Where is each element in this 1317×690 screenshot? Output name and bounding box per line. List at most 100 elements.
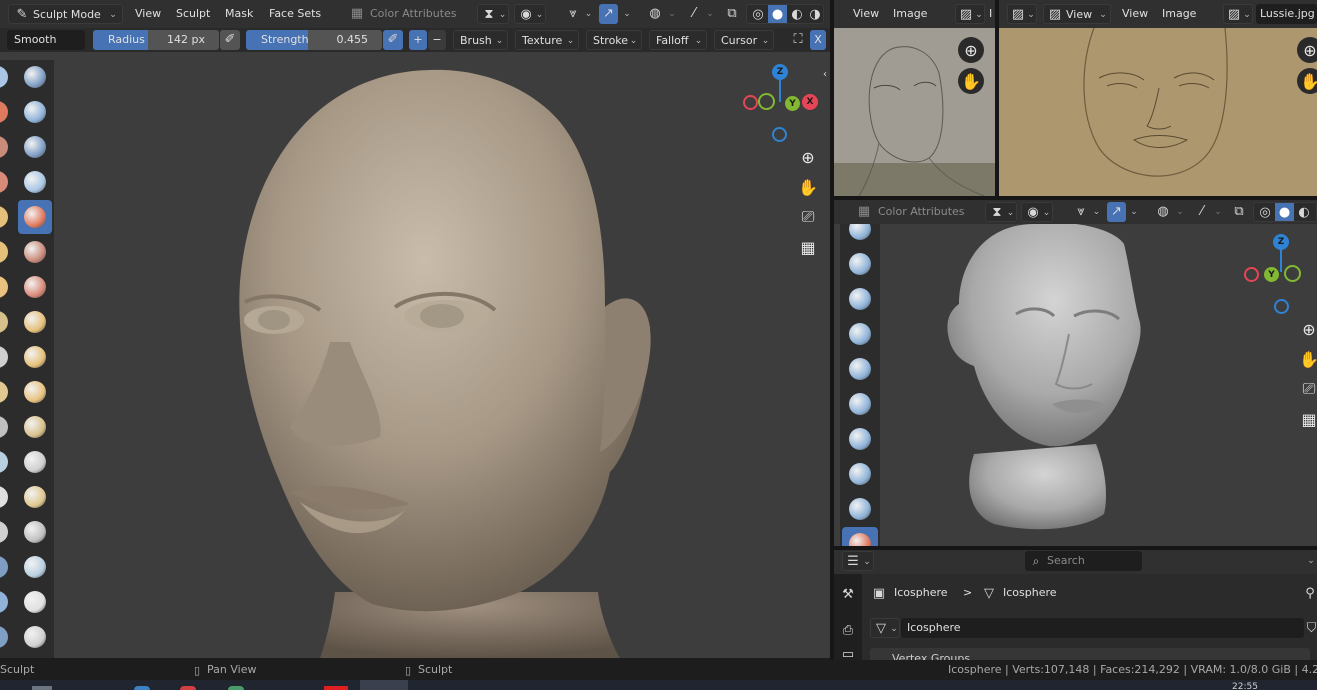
breadcrumb-object[interactable]: Icosphere (894, 583, 948, 603)
crease-brush-edge-icon[interactable] (0, 235, 14, 269)
mirror-toggle[interactable]: ⛶ (788, 30, 808, 50)
fill-brush-edge-icon[interactable] (0, 515, 14, 549)
gizmo-y-axis[interactable]: Y (1264, 267, 1279, 282)
flatten-brush-edge-icon[interactable] (0, 410, 14, 444)
image-editor-right-view-menu[interactable]: View (1122, 4, 1148, 24)
viewport2-xray-toggle[interactable]: ⁄ (1192, 202, 1212, 222)
gizmo-neg-y-axis[interactable] (758, 93, 775, 110)
image-browse-dropdown[interactable]: ▨ ⌄ (955, 4, 985, 24)
wireframe-shading-icon[interactable]: ◎ (1256, 203, 1274, 221)
texture-dropdown[interactable]: Texture ⌄ (515, 30, 579, 50)
material-shading-icon[interactable]: ◐ (1295, 203, 1313, 221)
smooth-brush-edge-icon[interactable] (0, 200, 14, 234)
zoom-icon[interactable]: ⊕ (1296, 316, 1317, 342)
viewport2-visibility-dropdown[interactable]: ⩔ ⌄ (1070, 202, 1102, 222)
properties-editor-type[interactable]: ☰ ⌄ (842, 551, 874, 571)
gizmo-y-axis[interactable]: Y (785, 96, 800, 111)
gizmo-options-dropdown[interactable]: ⌄ (620, 4, 634, 24)
solid-shading-icon[interactable]: ● (1275, 203, 1294, 221)
viewport2-smooth-brush-icon[interactable] (842, 352, 878, 386)
menu-mask[interactable]: Mask (225, 4, 253, 24)
pinch-brush-edge-icon[interactable] (0, 270, 14, 304)
menu-face-sets[interactable]: Face Sets (269, 4, 321, 24)
pin-icon[interactable]: ⚲ (1303, 584, 1317, 602)
radius-pressure-toggle[interactable]: ✐ (220, 30, 240, 50)
strength-slider[interactable]: Strength 0.455 (246, 30, 382, 50)
smooth-brush-icon[interactable] (18, 200, 52, 234)
view-options-dropdown[interactable]: ⩔ ⌄ (562, 4, 594, 24)
main-viewport[interactable]: Z Y X ⊕ ✋ ⎚ ▦ ‹ (0, 52, 830, 658)
brush-dropdown[interactable]: Brush ⌄ (453, 30, 508, 50)
taskbar-app-4[interactable] (228, 686, 244, 690)
viewport2-xray-button[interactable]: ⧉ (1229, 202, 1249, 222)
draw-sharp-brush-edge-icon[interactable] (0, 95, 14, 129)
gizmo-z-axis[interactable]: Z (772, 64, 788, 80)
viewport2-blob-brush-icon[interactable] (842, 492, 878, 526)
tool-tab-icon[interactable]: ⚒ (838, 584, 858, 604)
mesh-browse-dropdown[interactable]: ▽ ⌄ (870, 618, 900, 638)
blob-brush-edge-icon[interactable] (0, 340, 14, 374)
image-name-field[interactable]: Lussie.jpg (1256, 4, 1317, 24)
zoom-icon[interactable]: ⊕ (958, 37, 984, 63)
gizmo-neg-z-axis[interactable] (1274, 299, 1289, 314)
pan-hand-icon[interactable]: ✋ (1296, 346, 1317, 372)
brush-name-field[interactable]: Smooth (7, 30, 85, 50)
mask-box-icon[interactable] (18, 657, 52, 658)
scrape-brush-icon[interactable] (18, 480, 52, 514)
rendered-shading-icon[interactable]: ◑ (806, 5, 823, 23)
vertex-groups-panel[interactable]: Vertex Groups (870, 648, 1310, 660)
direction-subtract-button[interactable]: − (428, 30, 446, 50)
viewport2[interactable]: Z Y ⊕ ✋ ⎚ ▦ (834, 224, 1317, 546)
viewport2-navigation-gizmo[interactable]: Z Y (1240, 232, 1314, 314)
viewport2-layer-brush-icon[interactable] (842, 527, 878, 546)
draw-sharp-brush-icon[interactable] (18, 95, 52, 129)
overlay-toggle[interactable]: ◍ (644, 4, 666, 24)
draw-brush-icon[interactable] (18, 60, 52, 94)
taskbar-app-3[interactable] (180, 686, 196, 690)
xray-options-dropdown[interactable]: ⌄ (704, 4, 716, 24)
menu-sculpt[interactable]: Sculpt (176, 4, 210, 24)
view-mode-dropdown[interactable]: ▨ View ⌄ (1043, 4, 1111, 24)
thumb-brush-edge-icon[interactable] (0, 585, 14, 619)
output-tab-icon[interactable]: ▭ (838, 648, 858, 660)
gizmo-x-axis[interactable]: X (802, 94, 818, 110)
scrape-brush-edge-icon[interactable] (0, 480, 14, 514)
multiplane-brush-icon[interactable] (18, 445, 52, 479)
viewport2-gizmo-toggle[interactable]: ↗ (1107, 202, 1126, 222)
render-tab-icon[interactable]: ⎙ (838, 620, 858, 640)
zoom-icon[interactable]: ⊕ (1297, 37, 1317, 63)
zoom-icon[interactable]: ⊕ (795, 144, 821, 170)
image-editor-right-image-menu[interactable]: Image (1162, 4, 1196, 24)
taskbar-app-5[interactable] (324, 686, 348, 690)
viewport2-draw-brush-icon[interactable] (842, 224, 878, 246)
xray-toggle[interactable]: ⁄ (684, 4, 704, 24)
strength-pressure-toggle[interactable]: ✐ (383, 30, 403, 50)
stroke-dropdown[interactable]: Stroke ⌄ (586, 30, 642, 50)
fill-brush-icon[interactable] (18, 515, 52, 549)
viewport2-clay-brush-icon[interactable] (842, 282, 878, 316)
camera-icon[interactable]: ⎚ (1296, 376, 1317, 402)
layer-brush-edge-icon[interactable] (0, 375, 14, 409)
wireframe-shading-icon[interactable]: ◎ (749, 5, 767, 23)
thumb-brush-icon[interactable] (18, 585, 52, 619)
viewport2-color-attributes[interactable]: ▦ Color Attributes (852, 202, 976, 222)
shading-object-dropdown[interactable]: ◉ ⌄ (514, 4, 546, 24)
fake-user-icon[interactable]: ⛉ (1306, 618, 1317, 638)
multiplane-brush-edge-icon[interactable] (0, 445, 14, 479)
perspective-grid-icon[interactable]: ▦ (1296, 406, 1317, 432)
mode-dropdown[interactable]: ✎ Sculpt Mode ⌄ (8, 4, 123, 24)
viewport2-clay-strips-brush-icon[interactable] (842, 317, 878, 351)
snake-hook-brush-icon[interactable] (18, 550, 52, 584)
viewport2-draw-sharp-brush-icon[interactable] (842, 247, 878, 281)
breadcrumb-mesh[interactable]: Icosphere (1003, 583, 1057, 603)
taskbar-app-2[interactable] (134, 686, 150, 690)
gizmo-toggle[interactable]: ↗ (599, 4, 618, 24)
color-attributes-dropdown[interactable]: ▦ Color Attributes (346, 4, 470, 24)
properties-search-input[interactable]: ⌕ Search (1025, 551, 1142, 571)
taskbar-app-active[interactable] (360, 680, 408, 690)
taskbar-app-1[interactable] (32, 686, 52, 690)
snake-hook-brush-edge-icon[interactable] (0, 550, 14, 584)
viewport2-overlay-options[interactable]: ⌄ (1174, 202, 1186, 222)
cursor-dropdown[interactable]: Cursor ⌄ (714, 30, 774, 50)
viewport2-crease-brush-icon[interactable] (842, 387, 878, 421)
